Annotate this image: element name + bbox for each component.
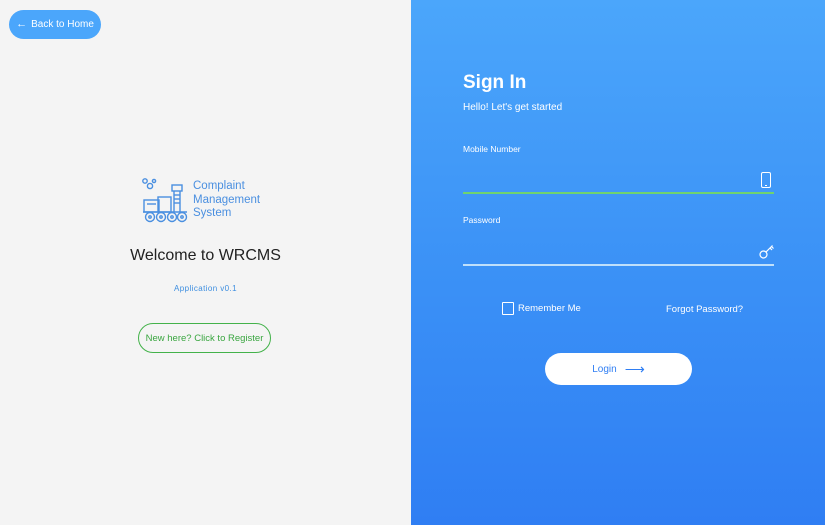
remember-me-checkbox[interactable] xyxy=(502,302,514,315)
welcome-heading: Welcome to WRCMS xyxy=(130,247,281,264)
sign-in-subtitle: Hello! Let's get started xyxy=(463,102,563,113)
logo-line: Complaint xyxy=(193,180,245,192)
back-to-home-label: Back to Home xyxy=(31,19,94,30)
left-panel: ← Back to Home Complaint Management Syst… xyxy=(0,0,411,525)
password-underline xyxy=(463,264,774,266)
mobile-number-label: Mobile Number xyxy=(463,144,521,154)
logo-line: Management xyxy=(193,193,261,206)
key-icon xyxy=(759,245,774,259)
mobile-number-underline xyxy=(463,192,774,194)
app-version: Application v0.1 xyxy=(174,284,237,293)
sign-in-title: Sign In xyxy=(463,72,527,93)
logo-text: Complaint Management System xyxy=(193,180,260,221)
forgot-password-link[interactable]: Forgot Password? xyxy=(666,304,743,315)
logo-line: System xyxy=(193,207,232,219)
password-label: Password xyxy=(463,215,501,225)
app-logo: Complaint Management System xyxy=(141,177,271,225)
arrow-right-icon: ⟶ xyxy=(624,361,645,377)
login-label: Login xyxy=(592,363,617,375)
mobile-number-input[interactable] xyxy=(463,166,774,192)
remember-me-label: Remember Me xyxy=(518,303,581,314)
remember-me[interactable]: Remember Me xyxy=(502,302,581,315)
train-engine-icon xyxy=(142,178,188,223)
back-to-home-button[interactable]: ← Back to Home xyxy=(9,10,101,39)
login-button[interactable]: Login ⟶ xyxy=(545,353,692,385)
phone-icon xyxy=(761,172,771,188)
password-input[interactable] xyxy=(463,238,774,264)
arrow-left-icon: ← xyxy=(16,18,28,30)
register-button[interactable]: New here? Click to Register xyxy=(138,323,271,353)
